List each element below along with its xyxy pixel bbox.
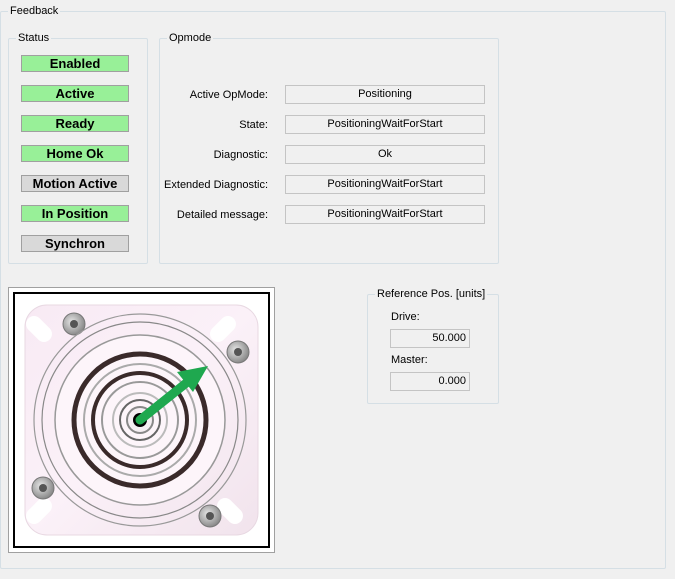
- motor-flange-icon: [24, 304, 259, 536]
- status-active: Active: [21, 85, 129, 102]
- drive-label: Drive:: [391, 311, 420, 323]
- reference-title: Reference Pos. [units]: [375, 288, 488, 301]
- status-ready: Ready: [21, 115, 129, 132]
- state-field: PositioningWaitForStart: [285, 115, 485, 134]
- status-enabled: Enabled: [21, 55, 129, 72]
- active-opmode-label: Active OpMode:: [189, 89, 268, 101]
- drive-field: 50.000: [390, 329, 470, 348]
- extended-diagnostic-field: PositioningWaitForStart: [285, 175, 485, 194]
- status-home-ok: Home Ok: [21, 145, 129, 162]
- detailed-message-label: Detailed message:: [176, 209, 268, 221]
- opmode-title: Opmode: [167, 32, 214, 45]
- status-in-position: In Position: [21, 205, 129, 222]
- diagnostic-field: Ok: [285, 145, 485, 164]
- active-opmode-field: Positioning: [285, 85, 485, 104]
- master-field: 0.000: [390, 372, 470, 391]
- status-title: Status: [16, 32, 52, 45]
- status-synchron: Synchron: [21, 235, 129, 252]
- detailed-message-field: PositioningWaitForStart: [285, 205, 485, 224]
- extended-diagnostic-label: Extended Diagnostic:: [164, 179, 268, 191]
- motor-graphic-frame: [8, 287, 275, 553]
- feedback-title: Feedback: [8, 5, 61, 18]
- diagnostic-label: Diagnostic:: [213, 149, 268, 161]
- status-motion-active: Motion Active: [21, 175, 129, 192]
- state-label: State:: [239, 119, 268, 131]
- master-label: Master:: [391, 354, 428, 366]
